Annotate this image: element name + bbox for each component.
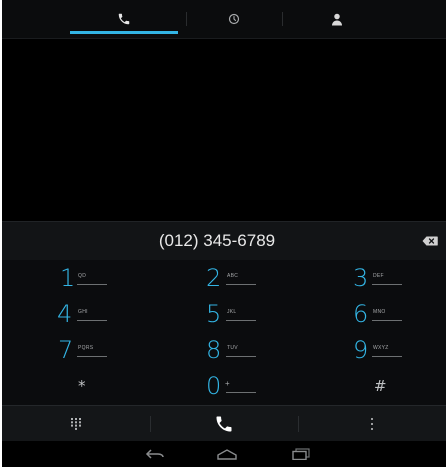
clock-icon (228, 13, 240, 25)
key-symbol: * (78, 377, 86, 395)
dialer-action-bar (2, 405, 446, 442)
recent-apps-icon (292, 448, 310, 460)
key-letters: JKL (227, 309, 237, 315)
key-letters: ABC (227, 273, 239, 279)
key-letters: GHI (78, 309, 88, 315)
key-underline (372, 320, 402, 321)
dialpad-key-0[interactable]: 0 + (150, 368, 298, 404)
dialpad-toggle-button[interactable] (2, 406, 150, 442)
key-letters: MNO (373, 309, 386, 315)
digits-display[interactable]: (012) 345-6789 (2, 221, 446, 261)
dialpad-key-9[interactable]: 9 WXYZ (298, 332, 446, 368)
key-underline (372, 356, 402, 357)
recent-apps-button[interactable] (286, 444, 316, 464)
overflow-menu-button[interactable] (298, 406, 446, 442)
dialpad-key-7[interactable]: 7 PQRS (2, 332, 150, 368)
system-nav-bar (2, 441, 446, 467)
dialpad: 1 QD 2 ABC 3 DEF 4 GHI 5 JKL 6 MNO 7 PQR… (2, 260, 446, 405)
key-digit: 9 (353, 336, 369, 364)
key-symbol: # (374, 377, 387, 395)
key-digit: 0 (206, 372, 222, 400)
key-letters: QD (78, 273, 87, 279)
call-button[interactable] (150, 406, 298, 442)
key-digit: 2 (206, 264, 222, 292)
key-digit: 8 (206, 336, 222, 364)
key-letters: WXYZ (373, 345, 389, 351)
phone-icon (118, 13, 130, 25)
dialpad-key-1[interactable]: 1 QD (2, 260, 150, 296)
key-letters: PQRS (78, 345, 94, 351)
key-underline (77, 356, 107, 357)
call-icon (216, 416, 232, 432)
selected-tab-indicator (70, 31, 178, 34)
back-button[interactable] (140, 444, 170, 464)
backspace-icon (422, 236, 438, 246)
key-underline (226, 392, 256, 393)
key-underline (226, 356, 256, 357)
key-underline (77, 284, 107, 285)
tab-bar (2, 0, 446, 39)
dialer-screen: (012) 345-6789 1 QD 2 ABC 3 DEF 4 GHI 5 … (2, 0, 446, 467)
dialpad-key-2[interactable]: 2 ABC (150, 260, 298, 296)
dialpad-key-4[interactable]: 4 GHI (2, 296, 150, 332)
dialpad-key-8[interactable]: 8 TUV (150, 332, 298, 368)
key-underline (226, 284, 256, 285)
key-underline (77, 320, 107, 321)
dialpad-icon (71, 418, 81, 430)
overflow-menu-icon (371, 418, 373, 430)
key-digit: 6 (353, 300, 369, 328)
dialpad-key-6[interactable]: 6 MNO (298, 296, 446, 332)
back-icon (145, 449, 164, 459)
tab-contacts[interactable] (282, 0, 392, 38)
home-button[interactable] (212, 444, 242, 464)
key-underline (226, 320, 256, 321)
key-letters: DEF (373, 273, 384, 279)
key-digit: 1 (60, 264, 76, 292)
dialpad-key-3[interactable]: 3 DEF (298, 260, 446, 296)
dialpad-key-5[interactable]: 5 JKL (150, 296, 298, 332)
key-digit: 5 (206, 300, 222, 328)
person-icon (332, 13, 342, 25)
key-digit: 4 (57, 300, 73, 328)
key-digit: 3 (353, 264, 369, 292)
tab-recent[interactable] (186, 0, 282, 38)
key-underline (372, 284, 402, 285)
key-letters: + (225, 379, 230, 388)
key-letters: TUV (227, 345, 238, 351)
key-digit: 7 (58, 336, 74, 364)
dialpad-key-star[interactable]: * (2, 368, 150, 404)
empty-list-area (2, 39, 446, 220)
dialed-number: (012) 345-6789 (158, 231, 276, 250)
backspace-button[interactable] (420, 231, 440, 251)
dialpad-key-hash[interactable]: # (298, 368, 446, 404)
home-icon (217, 449, 237, 460)
